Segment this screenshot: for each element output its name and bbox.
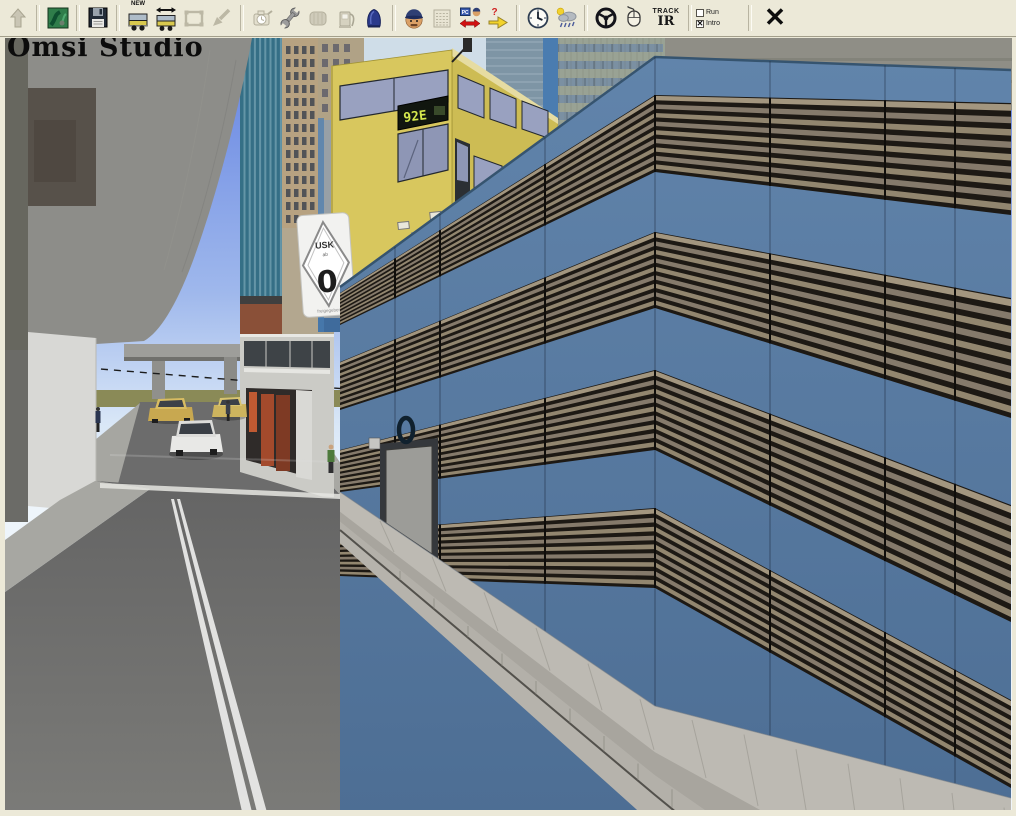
move-up-button	[4, 2, 32, 34]
new-bus-icon	[125, 4, 151, 32]
save-floppy-icon	[85, 4, 111, 32]
checkbox-run[interactable]: Run	[696, 8, 744, 17]
svg-text:USK: USK	[315, 239, 335, 250]
selection-frame-button	[180, 2, 208, 34]
driver-button[interactable]	[400, 2, 428, 34]
toolbar-separator	[116, 5, 120, 31]
mouse-icon	[621, 4, 647, 32]
uniform-bag-icon	[361, 4, 387, 32]
ticket-roll-button	[304, 2, 332, 34]
new-bus-label: NEW	[124, 1, 152, 7]
steering-wheel-button[interactable]	[592, 2, 620, 34]
up-arrow-icon	[5, 4, 31, 32]
assign-arrow-button	[208, 2, 236, 34]
save-button[interactable]	[84, 2, 112, 34]
close-button[interactable]: ✕	[756, 2, 794, 34]
new-bus-button[interactable]: NEW	[124, 2, 152, 34]
clock-icon	[525, 4, 551, 32]
toolbar-checkbox-group: Run ✕ Intro	[696, 2, 744, 34]
question-arrow-icon: ?	[485, 4, 511, 32]
uniform-bag-button[interactable]	[360, 2, 388, 34]
fuel-pump-icon	[333, 4, 359, 32]
toolbar-separator	[748, 5, 752, 31]
viewport-3d[interactable]: Omsi Studio	[5, 38, 1012, 810]
arrow-down-left-icon	[209, 4, 235, 32]
driver-face-icon	[401, 4, 427, 32]
svg-text:PC: PC	[462, 10, 469, 16]
weather-button[interactable]	[552, 2, 580, 34]
pc-swap-icon: PC	[457, 4, 483, 32]
service-clock-button	[248, 2, 276, 34]
toolbar-separator	[240, 5, 244, 31]
white-wall-panel	[28, 332, 96, 512]
toolbar-separator	[392, 5, 396, 31]
distant-street	[28, 332, 346, 512]
steering-wheel-icon	[593, 4, 619, 32]
close-icon: ✕	[764, 3, 786, 33]
checkbox-intro-box: ✕	[696, 20, 704, 28]
trackir-button[interactable]: TRACK IR	[648, 2, 684, 34]
toolbar-separator	[688, 5, 692, 31]
time-clock-button[interactable]	[524, 2, 552, 34]
mouse-input-button[interactable]	[620, 2, 648, 34]
toolbar-separator	[76, 5, 80, 31]
map-button[interactable]	[44, 2, 72, 34]
wrench-icon	[277, 4, 303, 32]
checkbox-run-label: Run	[706, 9, 719, 16]
toolbar-separator	[584, 5, 588, 31]
checkbox-run-box	[696, 9, 704, 17]
ticket-roll-icon	[305, 4, 331, 32]
svg-text:0: 0	[316, 264, 339, 300]
bridge-pillar	[152, 361, 165, 399]
repair-wrench-button[interactable]	[276, 2, 304, 34]
teal-highrise	[240, 38, 286, 303]
timetable-button	[428, 2, 456, 34]
toolbar: NEW	[0, 0, 1016, 37]
selection-frame-icon	[181, 4, 207, 32]
fuel-pump-button	[332, 2, 360, 34]
change-bus-icon	[153, 4, 179, 32]
checkbox-intro-label: Intro	[706, 20, 720, 27]
take-control-button[interactable]: PC	[456, 2, 484, 34]
map-icon	[45, 4, 71, 32]
trackir-label-bottom: IR	[658, 15, 675, 28]
weather-icon	[553, 4, 579, 32]
toolbar-separator	[516, 5, 520, 31]
service-clock-icon	[249, 4, 275, 32]
change-bus-button[interactable]	[152, 2, 180, 34]
overlay-title: Omsi Studio	[7, 38, 204, 63]
toolbar-separator	[36, 5, 40, 31]
omsi-window: NEW	[0, 0, 1016, 816]
scene-render: 92E	[5, 38, 1012, 810]
svg-text:ab: ab	[322, 252, 328, 258]
corner-building	[240, 334, 334, 500]
svg-text:?: ?	[491, 7, 497, 18]
svg-text:92E: 92E	[403, 108, 428, 126]
checkbox-intro[interactable]: ✕ Intro	[696, 19, 744, 28]
timetable-icon	[429, 4, 455, 32]
bridge-pillar	[224, 357, 237, 394]
help-arrow-button[interactable]: ?	[484, 2, 512, 34]
